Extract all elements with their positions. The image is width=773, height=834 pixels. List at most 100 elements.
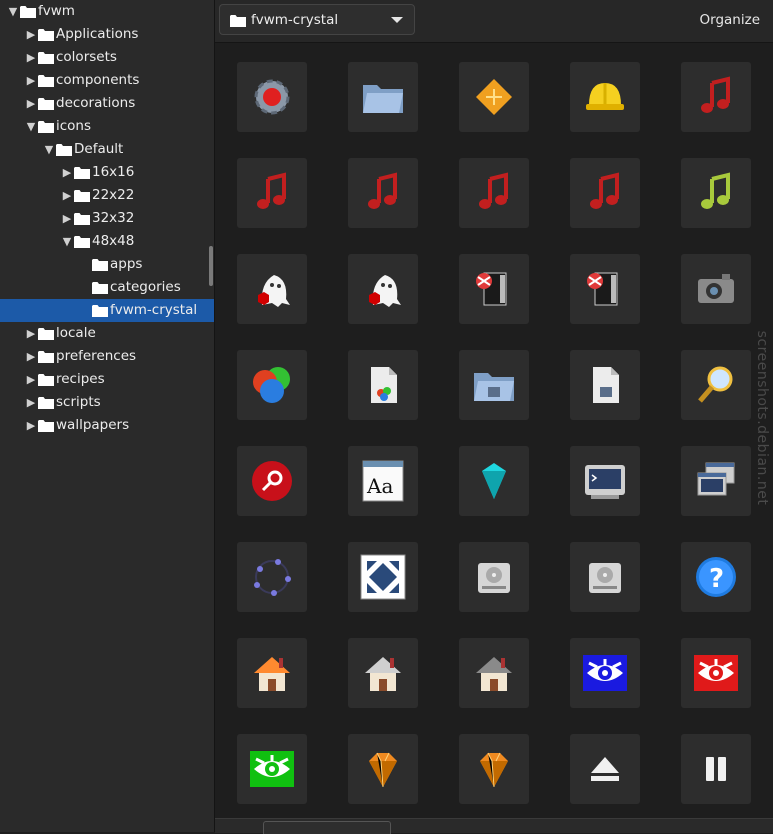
color-circles-icon: [253, 367, 290, 403]
icon-item[interactable]: [237, 734, 307, 804]
icon-item[interactable]: [681, 734, 751, 804]
tree-item-locale[interactable]: ▶ locale: [0, 322, 214, 345]
icon-item[interactable]: [681, 158, 751, 228]
expand-arrow-icon[interactable]: ▶: [24, 92, 38, 115]
icon-item[interactable]: [348, 254, 418, 324]
terminal-icon: [585, 465, 625, 499]
document-icon: [371, 367, 397, 403]
tree-item-wallpapers[interactable]: ▶ wallpapers: [0, 414, 214, 437]
icon-item[interactable]: [459, 734, 529, 804]
icon-item[interactable]: [570, 542, 640, 612]
tree-scrollbar[interactable]: [209, 246, 213, 286]
harddisk-icon: [478, 563, 510, 593]
icon-item[interactable]: [570, 734, 640, 804]
expand-arrow-icon[interactable]: ▶: [24, 414, 38, 437]
icon-item[interactable]: [681, 446, 751, 516]
icon-item[interactable]: [237, 158, 307, 228]
icon-item[interactable]: [459, 542, 529, 612]
location-label: fvwm-crystal: [251, 12, 339, 28]
icon-item[interactable]: [348, 62, 418, 132]
expand-arrow-icon[interactable]: ▶: [24, 69, 38, 92]
tree-item-32x32[interactable]: ▶ 32x32: [0, 207, 214, 230]
tree-item-label: icons: [56, 118, 92, 134]
tree-item-label: scripts: [56, 394, 101, 410]
icon-item[interactable]: [459, 62, 529, 132]
icon-item[interactable]: Aa: [348, 446, 418, 516]
icon-item[interactable]: [237, 254, 307, 324]
icon-item[interactable]: [681, 254, 751, 324]
watermark-text: screenshots.debian.net: [754, 330, 770, 506]
icon-item[interactable]: [237, 638, 307, 708]
icon-item[interactable]: [348, 350, 418, 420]
collapse-arrow-icon[interactable]: ▼: [42, 138, 56, 161]
tree-item-label: 32x32: [92, 210, 135, 226]
expand-arrow-icon[interactable]: ▶: [24, 46, 38, 69]
icon-item[interactable]: [570, 254, 640, 324]
tree-item-apps[interactable]: apps: [0, 253, 214, 276]
icon-item[interactable]: [348, 734, 418, 804]
icon-item[interactable]: [237, 350, 307, 420]
expand-arrow-icon[interactable]: ▶: [24, 23, 38, 46]
folder-icon: [56, 144, 72, 156]
tree-item-label: Default: [74, 141, 124, 157]
collapse-arrow-icon[interactable]: ▼: [24, 115, 38, 138]
expand-arrow-icon[interactable]: ▶: [24, 391, 38, 414]
expand-arrow-icon[interactable]: ▶: [60, 207, 74, 230]
tree-item-categories[interactable]: categories: [0, 276, 214, 299]
tree-item-colorsets[interactable]: ▶ colorsets: [0, 46, 214, 69]
tree-item-icons[interactable]: ▼ icons: [0, 115, 214, 138]
location-dropdown[interactable]: fvwm-crystal: [219, 4, 415, 35]
folder-tree[interactable]: ▼ fvwm ▶ Applications ▶ colorsets ▶ components ▶…: [0, 0, 215, 832]
tree-item-recipes[interactable]: ▶ recipes: [0, 368, 214, 391]
tree-item-components[interactable]: ▶ components: [0, 69, 214, 92]
icon-item[interactable]: [237, 446, 307, 516]
tree-item-16x16[interactable]: ▶ 16x16: [0, 161, 214, 184]
toolbar: fvwm-crystal Organize: [215, 0, 773, 43]
icon-item[interactable]: [459, 158, 529, 228]
icon-item[interactable]: [348, 158, 418, 228]
icon-item[interactable]: [570, 446, 640, 516]
folder-package-icon: [474, 373, 514, 401]
expand-arrow-icon[interactable]: ▶: [24, 368, 38, 391]
collapse-arrow-icon[interactable]: ▼: [60, 230, 74, 253]
svg-text:?: ?: [709, 564, 724, 594]
expand-arrow-icon[interactable]: ▶: [60, 184, 74, 207]
icon-item[interactable]: [459, 638, 529, 708]
icon-item[interactable]: [681, 638, 751, 708]
icon-item[interactable]: [570, 638, 640, 708]
tree-item-fvwm[interactable]: ▼ fvwm: [0, 0, 214, 23]
tree-item-decorations[interactable]: ▶ decorations: [0, 92, 214, 115]
icon-item[interactable]: [459, 254, 529, 324]
window-icon: [476, 272, 507, 306]
eye-green-icon: [250, 751, 294, 787]
icon-item[interactable]: [681, 350, 751, 420]
magnifier-icon: [698, 366, 733, 403]
tree-item-scripts[interactable]: ▶ scripts: [0, 391, 214, 414]
tree-item-22x22[interactable]: ▶ 22x22: [0, 184, 214, 207]
tree-item-default[interactable]: ▼ Default: [0, 138, 214, 161]
tree-item-preferences[interactable]: ▶ preferences: [0, 345, 214, 368]
collapse-arrow-icon[interactable]: ▼: [6, 0, 20, 23]
icon-item[interactable]: [459, 350, 529, 420]
icon-item[interactable]: [570, 158, 640, 228]
expand-arrow-icon[interactable]: ▶: [24, 322, 38, 345]
expand-arrow-icon[interactable]: ▶: [60, 161, 74, 184]
status-tab[interactable]: [263, 821, 391, 834]
tree-item-applications[interactable]: ▶ Applications: [0, 23, 214, 46]
icon-item[interactable]: [459, 446, 529, 516]
expand-arrow-icon[interactable]: ▶: [24, 345, 38, 368]
icon-item[interactable]: [348, 638, 418, 708]
home-icon: [365, 657, 401, 691]
organize-button[interactable]: Organize: [700, 0, 760, 40]
icon-item[interactable]: [237, 62, 307, 132]
ghost-icon: [369, 275, 401, 307]
tree-item-48x48[interactable]: ▼ 48x48: [0, 230, 214, 253]
icon-item[interactable]: [570, 350, 640, 420]
icon-item[interactable]: ?: [681, 542, 751, 612]
icon-item[interactable]: [570, 62, 640, 132]
icon-item[interactable]: [348, 542, 418, 612]
icon-item[interactable]: [237, 542, 307, 612]
icon-item[interactable]: [681, 62, 751, 132]
diamond-icon: [476, 79, 512, 115]
tree-item-fvwm-crystal[interactable]: fvwm-crystal: [0, 299, 214, 322]
